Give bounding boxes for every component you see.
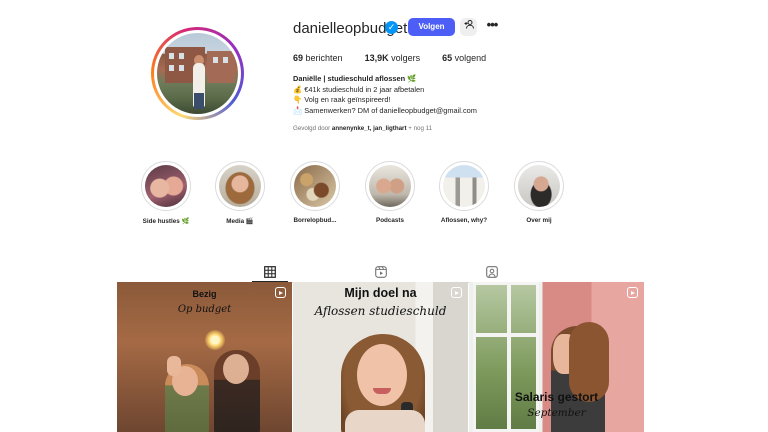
tab-tagged[interactable] — [474, 262, 510, 282]
add-user-icon — [464, 20, 474, 29]
highlight-cover — [369, 165, 411, 207]
post-subtitle: Aflossen studieschuld — [314, 304, 447, 318]
highlight-podcasts[interactable]: Podcasts — [360, 161, 420, 224]
bio-line: 📩 Samenwerken? DM of danielleopbudget@gm… — [293, 105, 477, 115]
ceiling-light — [205, 330, 225, 350]
post-title: Mijn doel na — [344, 286, 417, 300]
highlight-cover — [294, 165, 336, 207]
post-title: Salaris gestort — [514, 390, 599, 404]
tagged-icon — [486, 266, 498, 278]
follow-button[interactable]: Volgen — [408, 18, 455, 36]
grid-icon — [264, 265, 276, 278]
post-tile[interactable]: Mijn doel na Aflossen studieschuld — [293, 282, 468, 432]
highlight-borrel[interactable]: Borrelopbud... — [285, 161, 345, 224]
highlight-cover — [518, 165, 560, 207]
highlight-cover — [443, 165, 485, 207]
bio-name: Daniëlle | studieschuld aflossen 🌿 — [293, 74, 417, 83]
more-options-icon[interactable]: ••• — [484, 18, 500, 36]
bio-line: 👇 Volg en raak geïnspireerd! — [293, 95, 391, 105]
profile-avatar[interactable] — [151, 27, 244, 120]
post-subtitle: Op budget — [177, 304, 232, 315]
profile-bio: Daniëlle | studieschuld aflossen 🌿 💰 €41… — [293, 74, 477, 116]
followed-by[interactable]: Gevolgd door annenynke_t, jan_ligthart +… — [293, 125, 432, 132]
reel-indicator-icon — [627, 287, 638, 298]
highlight-aflossen[interactable]: Aflossen, why? — [434, 161, 494, 224]
reel-indicator-icon — [451, 287, 462, 298]
post-subtitle: September — [527, 407, 586, 419]
highlight-cover — [145, 165, 187, 207]
posts-stat: 69 berichten — [293, 53, 343, 63]
suggested-accounts-button[interactable] — [460, 18, 477, 36]
following-stat[interactable]: 65 volgend — [442, 53, 486, 63]
followed-by-names: annenynke_t, jan_ligthart — [331, 125, 407, 132]
reel-indicator-icon — [275, 287, 286, 298]
reels-icon — [375, 266, 387, 278]
post-title: Bezig — [192, 289, 217, 299]
tab-reels[interactable] — [363, 262, 399, 282]
bio-line: 💰 €41k studieschuld in 2 jaar afbetalen — [293, 84, 425, 94]
profile-page: danielleopbudget ✓ Volgen ••• 69 bericht… — [0, 0, 768, 432]
tab-posts[interactable] — [252, 262, 288, 282]
highlight-media[interactable]: Media 🎬 — [210, 161, 270, 225]
post-tile[interactable]: Bezig Op budget — [117, 282, 292, 432]
highlight-side-hustles[interactable]: Side hustles 🌿 — [136, 161, 196, 225]
highlight-over-mij[interactable]: Over mij — [509, 161, 569, 224]
followers-stat[interactable]: 13,9K volgers — [365, 53, 421, 63]
highlight-cover — [219, 165, 261, 207]
profile-stats: 69 berichten 13,9K volgers 65 volgend — [293, 53, 486, 63]
verified-badge-icon: ✓ — [385, 21, 398, 34]
post-tile[interactable]: Salaris gestort September — [469, 282, 644, 432]
avatar-photo — [157, 33, 238, 114]
